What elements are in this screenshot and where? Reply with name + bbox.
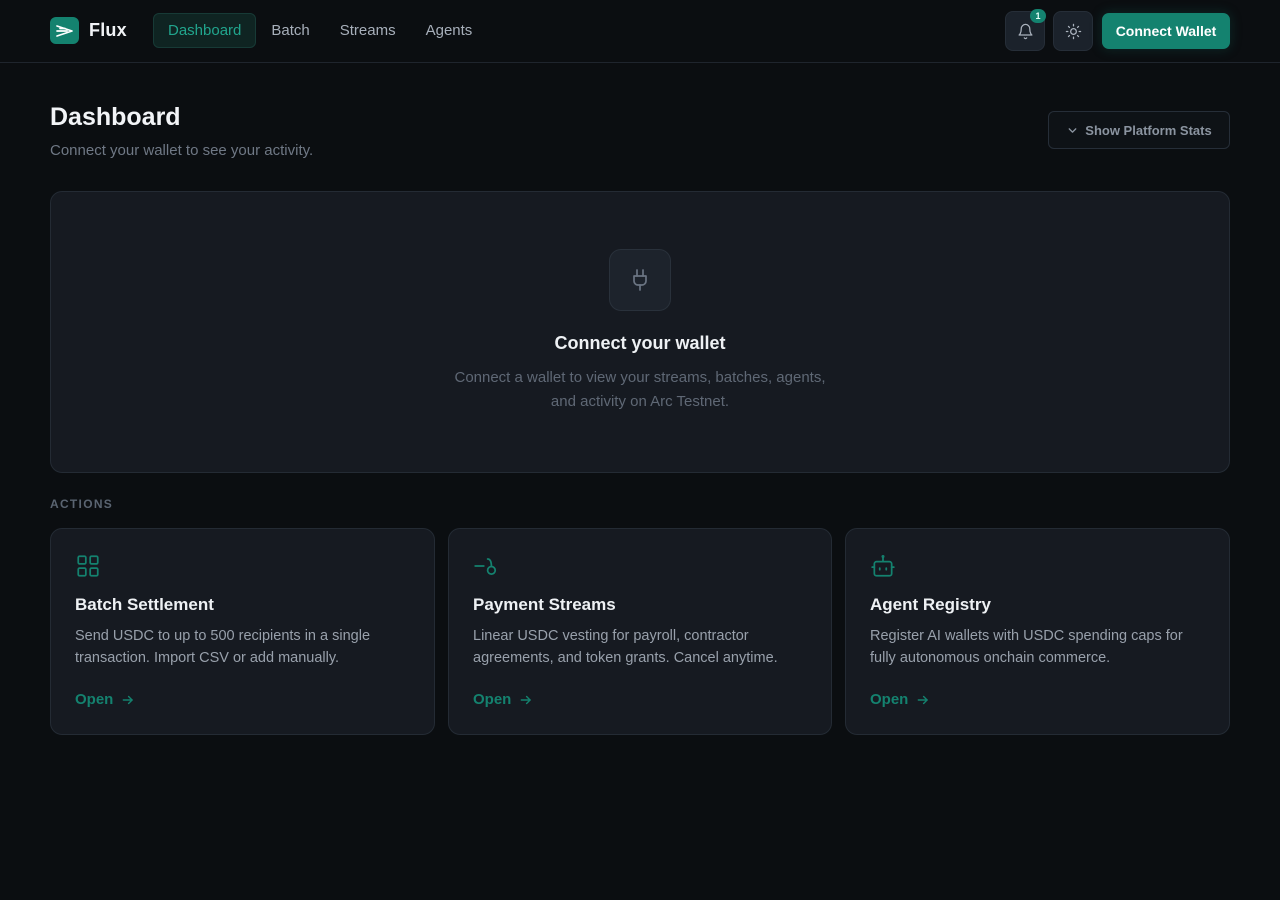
theme-toggle-button[interactable]	[1053, 11, 1093, 51]
open-batch-settlement-link[interactable]: Open	[75, 691, 135, 708]
card-title: Payment Streams	[473, 595, 616, 614]
brand[interactable]: Flux	[50, 17, 127, 44]
nav-dashboard[interactable]: Dashboard	[153, 13, 257, 48]
main-nav: Dashboard Batch Streams Agents	[153, 13, 487, 48]
flux-logo-icon	[50, 17, 79, 44]
grid-icon	[77, 555, 99, 577]
chevron-down-icon	[1068, 127, 1077, 133]
card-title: Batch Settlement	[75, 595, 214, 614]
arrow-right-icon	[520, 695, 532, 704]
open-link-label: Open	[870, 691, 909, 708]
card-title: Agent Registry	[870, 595, 991, 614]
open-link-label: Open	[473, 691, 512, 708]
open-payment-streams-link[interactable]: Open	[473, 691, 533, 708]
notifications-button[interactable]: 1	[1005, 9, 1046, 51]
show-platform-stats-label: Show Platform Stats	[1085, 122, 1212, 138]
connect-wallet-button[interactable]: Connect Wallet	[1102, 13, 1230, 49]
nav-agents[interactable]: Agents	[411, 13, 488, 48]
connect-wallet-empty-state: Connect your wallet Connect a wallet to …	[50, 191, 1230, 473]
nav-batch[interactable]: Batch	[256, 13, 324, 48]
empty-state-text: Connect a wallet to view your streams, b…	[454, 369, 826, 410]
arrow-right-icon	[917, 695, 929, 704]
open-agent-registry-link[interactable]: Open	[870, 691, 930, 708]
nav-streams[interactable]: Streams	[325, 13, 411, 48]
arrow-right-icon	[122, 695, 134, 704]
batch-settlement-card[interactable]: Batch Settlement Send USDC to up to 500 …	[50, 528, 435, 735]
page-subtitle: Connect your wallet to see your activity…	[50, 142, 314, 159]
notification-count-badge: 1	[1030, 9, 1046, 23]
open-link-label: Open	[75, 691, 114, 708]
top-navbar: Flux Dashboard Batch Streams Agents 1 Co…	[0, 0, 1280, 63]
brand-name: Flux	[89, 20, 127, 40]
plug-icon	[633, 269, 647, 291]
page-title: Dashboard	[50, 103, 181, 131]
card-description: Register AI wallets with USDC spending c…	[870, 628, 1183, 666]
card-description: Send USDC to up to 500 recipients in a s…	[75, 628, 371, 666]
card-description: Linear USDC vesting for payroll, contrac…	[473, 628, 778, 666]
empty-state-title: Connect your wallet	[554, 333, 726, 353]
sun-icon	[1065, 23, 1081, 39]
show-platform-stats-button[interactable]: Show Platform Stats	[1048, 111, 1230, 149]
bell-icon	[1017, 23, 1033, 39]
plug-icon-container	[609, 249, 671, 311]
agent-registry-card[interactable]: Agent Registry Register AI wallets with …	[845, 528, 1230, 735]
stream-icon	[474, 558, 497, 575]
payment-streams-card[interactable]: Payment Streams Linear USDC vesting for …	[448, 528, 832, 735]
bot-icon	[871, 554, 895, 577]
actions-section-label: ACTIONS	[50, 497, 114, 511]
